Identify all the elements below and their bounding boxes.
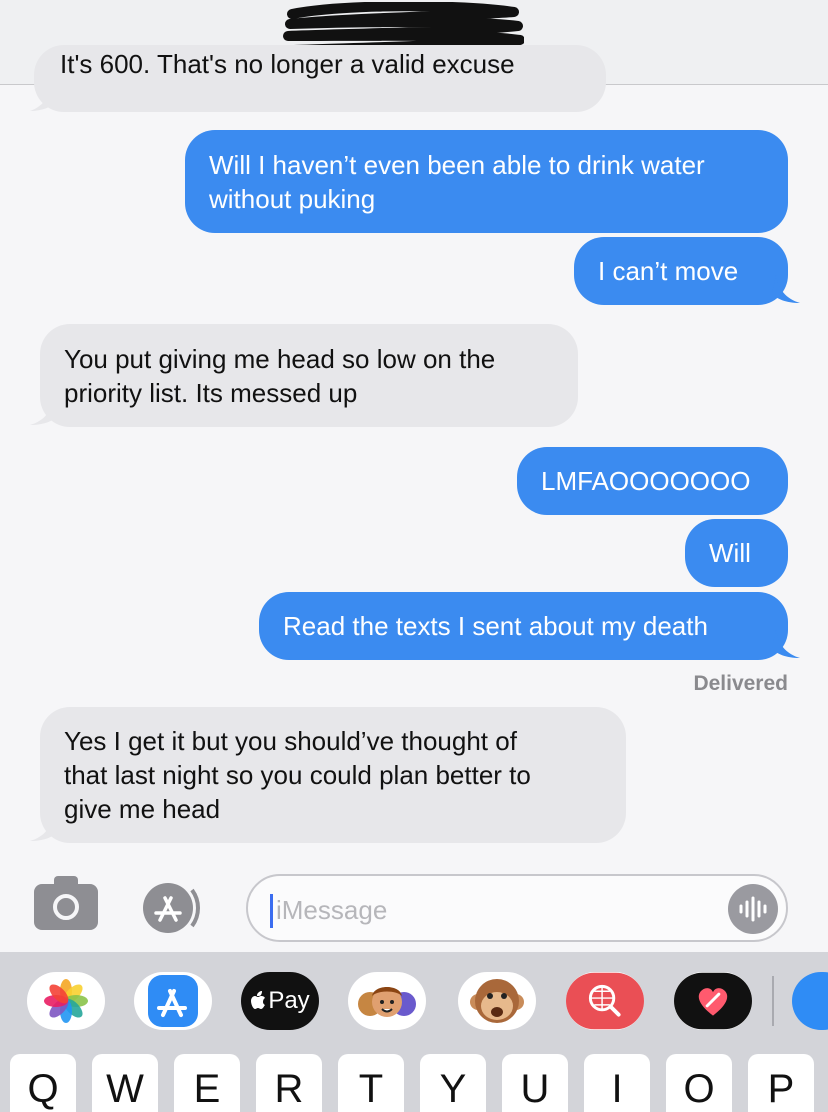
- app-drawer: Pay Q W E R T Y U I O P: [0, 952, 828, 1112]
- web-search-icon[interactable]: [566, 972, 644, 1030]
- delivery-status: Delivered: [693, 672, 788, 695]
- waveform-glyph: [739, 896, 767, 922]
- app-store-icon[interactable]: [140, 882, 200, 934]
- key-e[interactable]: E: [174, 1054, 240, 1112]
- message-bubble-outgoing[interactable]: Will: [685, 519, 788, 587]
- key-y[interactable]: Y: [420, 1054, 486, 1112]
- message-thread[interactable]: It's 600. That's no longer a valid excus…: [0, 45, 828, 860]
- message-input-placeholder: iMessage: [276, 895, 388, 925]
- key-p[interactable]: P: [748, 1054, 814, 1112]
- message-input[interactable]: iMessage: [246, 874, 788, 942]
- memoji-glyph: [358, 987, 416, 1017]
- bubble-tail: [30, 813, 58, 841]
- message-text: Will: [709, 538, 751, 568]
- message-text-line: priority list. Its messed up: [64, 377, 358, 408]
- apple-logo-icon: [251, 991, 266, 1009]
- text-caret: [270, 894, 273, 928]
- key-q[interactable]: Q: [10, 1054, 76, 1112]
- key-r[interactable]: R: [256, 1054, 322, 1112]
- memoji-icon[interactable]: [348, 972, 426, 1030]
- tray-divider: [772, 976, 774, 1026]
- compose-bar: iMessage: [0, 860, 828, 952]
- message-bubble-incoming[interactable]: Yes I get it but you should’ve thought o…: [40, 707, 626, 843]
- message-text: Read the texts I sent about my death: [283, 611, 708, 641]
- message-text-line: Yes I get it but you should’ve thought o…: [64, 726, 517, 756]
- monkey-glyph: [470, 979, 524, 1023]
- message-text-line: without puking: [209, 183, 376, 214]
- digital-touch-glyph: [674, 972, 752, 1030]
- message-text: I can’t move: [598, 256, 739, 286]
- message-bubble-outgoing[interactable]: Read the texts I sent about my death: [259, 592, 788, 660]
- audio-waveform-icon[interactable]: [728, 884, 778, 934]
- keyboard: Q W E R T Y U I O P: [0, 1054, 828, 1112]
- camera-icon[interactable]: [34, 876, 98, 930]
- app-drawer-row: Pay: [0, 952, 828, 1052]
- message-bubble-incoming-partial[interactable]: It's 600. That's no longer a valid excus…: [34, 45, 606, 112]
- web-search-glyph: [566, 972, 644, 1030]
- apple-pay-label: Pay: [268, 987, 310, 1014]
- message-bubble-incoming[interactable]: You put giving me head so low on the pri…: [40, 324, 578, 427]
- message-bubble-outgoing[interactable]: I can’t move: [574, 237, 788, 305]
- message-text: LMFAOOOOOOO: [541, 466, 751, 496]
- key-w[interactable]: W: [92, 1054, 158, 1112]
- bubble-tail: [30, 83, 58, 111]
- message-text-line: You put giving me head so low on the: [64, 343, 496, 374]
- apple-pay-icon[interactable]: Pay: [241, 972, 319, 1030]
- photos-icon[interactable]: [27, 972, 105, 1030]
- animoji-monkey-icon[interactable]: [458, 972, 536, 1030]
- key-o[interactable]: O: [666, 1054, 732, 1112]
- key-t[interactable]: T: [338, 1054, 404, 1112]
- message-bubble-outgoing[interactable]: Will I haven’t even been able to drink w…: [185, 130, 788, 233]
- partial-app-icon[interactable]: [792, 972, 828, 1030]
- photos-glyph: [44, 979, 88, 1023]
- key-u[interactable]: U: [502, 1054, 568, 1112]
- message-text: It's 600. That's no longer a valid excus…: [60, 49, 515, 79]
- bubble-tail: [772, 275, 800, 303]
- app-store-glyph: [148, 975, 198, 1027]
- bubble-tail: [30, 397, 58, 425]
- key-i[interactable]: I: [584, 1054, 650, 1112]
- message-text-line: that last night so you could plan better…: [64, 760, 531, 790]
- bubble-tail: [772, 630, 800, 658]
- app-store-icon[interactable]: [134, 972, 212, 1030]
- message-text-line: give me head: [64, 794, 221, 824]
- message-bubble-outgoing[interactable]: LMFAOOOOOOO: [517, 447, 788, 515]
- message-text-line: Will I haven’t even been able to drink w…: [209, 149, 705, 180]
- digital-touch-icon[interactable]: [674, 972, 752, 1030]
